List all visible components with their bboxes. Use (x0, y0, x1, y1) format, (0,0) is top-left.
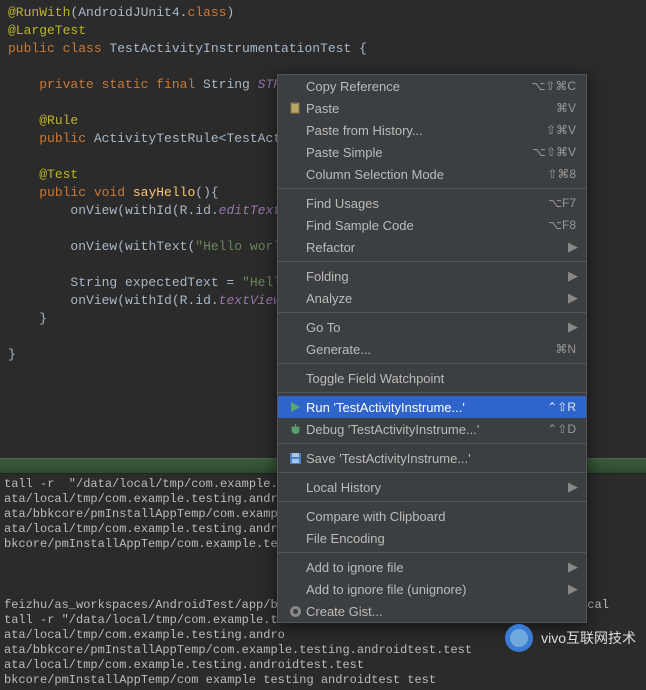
menu-item-local-history[interactable]: Local History ▶ (278, 476, 586, 498)
blank-icon (286, 78, 304, 94)
menu-item-label: Add to ignore file (unignore) (306, 582, 562, 597)
menu-shortcut: ⌘N (555, 342, 576, 356)
menu-shortcut: ⌃⇧R (547, 400, 576, 414)
menu-item-label: File Encoding (306, 531, 576, 546)
blank-icon (286, 508, 304, 524)
menu-item-generate[interactable]: Generate...⌘N (278, 338, 586, 360)
menu-separator (278, 363, 586, 364)
submenu-arrow-icon: ▶ (568, 581, 576, 597)
menu-shortcut: ⌥F8 (548, 218, 576, 232)
menu-item-create-gist[interactable]: Create Gist... (278, 600, 586, 622)
menu-shortcut: ⌥⇧⌘C (531, 79, 576, 93)
menu-item-copy-reference[interactable]: Copy Reference⌥⇧⌘C (278, 75, 586, 97)
menu-item-refactor[interactable]: Refactor ▶ (278, 236, 586, 258)
menu-item-label: Refactor (306, 240, 562, 255)
blank-icon (286, 290, 304, 306)
menu-item-column-selection-mode[interactable]: Column Selection Mode⇧⌘8 (278, 163, 586, 185)
menu-item-label: Analyze (306, 291, 562, 306)
menu-item-label: Compare with Clipboard (306, 509, 576, 524)
blank-icon (286, 581, 304, 597)
menu-separator (278, 501, 586, 502)
menu-item-add-to-ignore-file-unignore[interactable]: Add to ignore file (unignore) ▶ (278, 578, 586, 600)
menu-shortcut: ⇧⌘8 (547, 167, 576, 181)
menu-item-go-to[interactable]: Go To ▶ (278, 316, 586, 338)
menu-shortcut: ⌘V (556, 101, 576, 115)
menu-item-label: Local History (306, 480, 562, 495)
code-line[interactable]: @LargeTest (8, 22, 638, 40)
menu-item-label: Find Sample Code (306, 218, 548, 233)
menu-shortcut: ⌥F7 (548, 196, 576, 210)
run-icon (286, 399, 304, 415)
blank-icon (286, 217, 304, 233)
gist-icon (286, 603, 304, 619)
menu-item-compare-with-clipboard[interactable]: Compare with Clipboard (278, 505, 586, 527)
menu-item-label: Folding (306, 269, 562, 284)
submenu-arrow-icon: ▶ (568, 479, 576, 495)
menu-shortcut: ⇧⌘V (546, 123, 576, 137)
menu-item-label: Add to ignore file (306, 560, 562, 575)
menu-item-analyze[interactable]: Analyze ▶ (278, 287, 586, 309)
save-icon (286, 450, 304, 466)
menu-shortcut: ⌃⇧D (547, 422, 576, 436)
menu-separator (278, 188, 586, 189)
submenu-arrow-icon: ▶ (568, 268, 576, 284)
menu-separator (278, 472, 586, 473)
blank-icon (286, 239, 304, 255)
menu-item-save-testactivityinstrume[interactable]: Save 'TestActivityInstrume...' (278, 447, 586, 469)
watermark-text: vivo互联网技术 (541, 628, 636, 648)
submenu-arrow-icon: ▶ (568, 559, 576, 575)
menu-item-toggle-field-watchpoint[interactable]: Toggle Field Watchpoint (278, 367, 586, 389)
menu-item-label: Copy Reference (306, 79, 531, 94)
blank-icon (286, 341, 304, 357)
blank-icon (286, 479, 304, 495)
paste-icon (286, 100, 304, 116)
menu-item-label: Find Usages (306, 196, 548, 211)
watermark: vivo互联网技术 (505, 624, 636, 652)
menu-item-label: Toggle Field Watchpoint (306, 371, 576, 386)
menu-item-label: Run 'TestActivityInstrume...' (306, 400, 547, 415)
menu-separator (278, 443, 586, 444)
context-menu: Copy Reference⌥⇧⌘CPaste⌘VPaste from Hist… (277, 74, 587, 623)
menu-item-debug-testactivityinstrume[interactable]: Debug 'TestActivityInstrume...'⌃⇧D (278, 418, 586, 440)
menu-item-folding[interactable]: Folding ▶ (278, 265, 586, 287)
submenu-arrow-icon: ▶ (568, 239, 576, 255)
menu-item-label: Paste from History... (306, 123, 546, 138)
menu-item-label: Save 'TestActivityInstrume...' (306, 451, 576, 466)
menu-item-label: Generate... (306, 342, 555, 357)
menu-item-run-testactivityinstrume[interactable]: Run 'TestActivityInstrume...'⌃⇧R (278, 396, 586, 418)
menu-item-label: Create Gist... (306, 604, 576, 619)
debug-icon (286, 421, 304, 437)
menu-separator (278, 312, 586, 313)
menu-item-file-encoding[interactable]: File Encoding (278, 527, 586, 549)
blank-icon (286, 268, 304, 284)
menu-item-find-sample-code[interactable]: Find Sample Code⌥F8 (278, 214, 586, 236)
blank-icon (286, 195, 304, 211)
blank-icon (286, 559, 304, 575)
blank-icon (286, 122, 304, 138)
menu-item-paste-from-history[interactable]: Paste from History...⇧⌘V (278, 119, 586, 141)
blank-icon (286, 144, 304, 160)
blank-icon (286, 319, 304, 335)
menu-item-label: Column Selection Mode (306, 167, 547, 182)
submenu-arrow-icon: ▶ (568, 319, 576, 335)
vivo-logo-icon (505, 624, 533, 652)
menu-separator (278, 392, 586, 393)
menu-item-find-usages[interactable]: Find Usages⌥F7 (278, 192, 586, 214)
code-line[interactable]: @RunWith(AndroidJUnit4.class) (8, 4, 638, 22)
menu-item-label: Go To (306, 320, 562, 335)
menu-item-label: Paste Simple (306, 145, 532, 160)
menu-shortcut: ⌥⇧⌘V (532, 145, 576, 159)
menu-item-paste-simple[interactable]: Paste Simple⌥⇧⌘V (278, 141, 586, 163)
menu-item-label: Paste (306, 101, 556, 116)
menu-item-paste[interactable]: Paste⌘V (278, 97, 586, 119)
submenu-arrow-icon: ▶ (568, 290, 576, 306)
menu-item-label: Debug 'TestActivityInstrume...' (306, 422, 547, 437)
menu-separator (278, 261, 586, 262)
code-line[interactable]: public class TestActivityInstrumentation… (8, 40, 638, 58)
blank-icon (286, 530, 304, 546)
menu-separator (278, 552, 586, 553)
blank-icon (286, 370, 304, 386)
blank-icon (286, 166, 304, 182)
menu-item-add-to-ignore-file[interactable]: Add to ignore file ▶ (278, 556, 586, 578)
